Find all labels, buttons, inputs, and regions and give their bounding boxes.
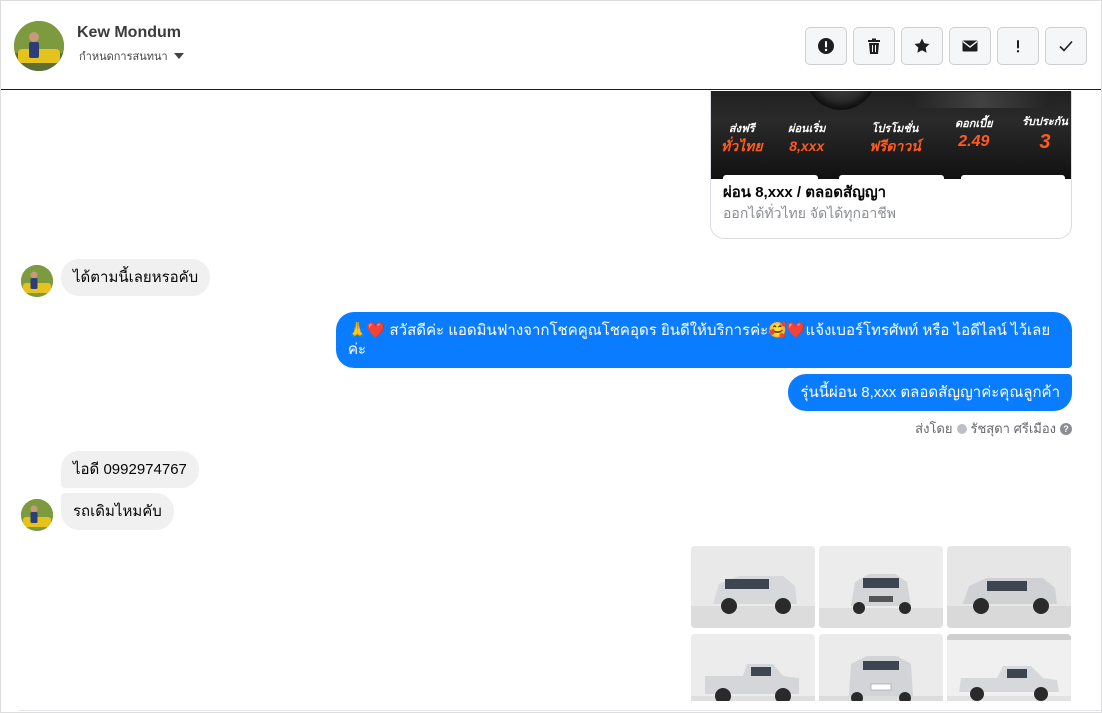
trash-icon [868,38,880,54]
ad-subtitle: ออกได้ทั่วไทย จัดได้ทุกอาชีพ [723,205,897,221]
sender-avatar[interactable] [21,265,53,297]
message-bubble-incoming[interactable]: รถเดิมไหมคับ [61,493,174,530]
ad-tab [961,175,1065,181]
promo-value: 3 [1039,130,1051,153]
follow-up-button[interactable] [997,27,1039,65]
promo-installment: ผ่อนเริ่ม 8,xxx [788,123,826,154]
promo-free-down: โปรโมชั่น ฟรีดาวน์ [869,123,921,154]
promo-interest: ดอกเบี้ย 2.49 [955,118,993,150]
assign-label: กำหนดการสนทนา [79,51,168,63]
promo-label: รับประกัน [1022,116,1068,128]
message-bubble-incoming[interactable]: ได้ตามนี้เลยหรอคับ [61,259,211,296]
car-photo-thumbnail[interactable] [691,546,815,628]
ad-banner-image: ส่งฟรี ทั่วไทย ผ่อนเริ่ม 8,xxx โปรโมชั่น… [711,91,1071,181]
promo-free-shipping: ส่งฟรี ทั่วไทย [721,123,763,154]
messenger-thread: Kew Mondum กำหนดการสนทนา ส่งฟรี ทั่วไทย … [0,0,1102,713]
ad-title: ผ่อน 8,xxx / ตลอดสัญญา [723,184,887,201]
envelope-icon [962,40,978,52]
sent-by-prefix: ส่งโดย [915,421,953,436]
mark-spam-button[interactable] [805,27,847,65]
agent-avatar-icon [956,423,967,434]
exclamation-icon [1016,40,1020,53]
promo-value: 8,xxx [789,137,825,154]
caret-down-icon [173,53,184,59]
promo-label: ผ่อนเริ่ม [788,123,826,135]
car-photo-thumbnail[interactable] [819,634,943,701]
promo-value: ทั่วไทย [721,137,763,154]
car-body-graphic [911,92,1051,108]
thread-toolbar [805,27,1087,65]
star-icon [914,38,930,53]
car-photo-thumbnail[interactable] [691,634,815,701]
checkmark-icon [1059,40,1073,52]
car-photo-thumbnail[interactable] [819,546,943,628]
message-bubble-outgoing[interactable]: 🙏❤️ สวัสดีค่ะ แอดมินฟางจากโชคคูณโชคอุดร … [336,312,1072,368]
mark-done-button[interactable] [1045,27,1087,65]
assign-conversation-dropdown[interactable]: กำหนดการสนทนา [79,47,184,65]
composer-divider [19,710,1101,711]
sent-by-name[interactable]: รัชสุดา ศรีเมือง [971,418,1057,439]
sender-avatar[interactable] [21,499,53,531]
car-wheel-graphic [806,91,876,110]
delete-button[interactable] [853,27,895,65]
message-list[interactable]: ส่งฟรี ทั่วไทย ผ่อนเริ่ม 8,xxx โปรโมชั่น… [1,91,1101,701]
thread-header: Kew Mondum กำหนดการสนทนา [1,1,1101,90]
promo-label: ส่งฟรี [728,123,755,135]
promo-label: ดอกเบี้ย [955,118,993,130]
promo-label: โปรโมชั่น [871,123,919,135]
promo-warranty: รับประกัน 3 [1022,116,1068,153]
promo-value: ฟรีดาวน์ [869,137,921,154]
contact-avatar[interactable] [14,21,64,71]
mark-unread-button[interactable] [949,27,991,65]
promo-value: 2.49 [958,132,990,150]
message-text: ค่ะ [348,341,367,358]
star-button[interactable] [901,27,943,65]
ad-preview-card[interactable]: ส่งฟรี ทั่วไทย ผ่อนเริ่ม 8,xxx โปรโมชั่น… [710,91,1072,239]
car-photo-thumbnail[interactable] [947,634,1071,701]
message-bubble-incoming[interactable]: ไอดี 0992974767 [61,451,199,488]
message-text: 🙏❤️ สวัสดีค่ะ แอดมินฟางจากโชคคูณโชคอุดร … [348,322,1051,339]
alert-circle-icon [818,38,834,54]
sent-by-label: ส่งโดย รัชสุดา ศรีเมือง ? [915,418,1072,439]
contact-name[interactable]: Kew Mondum [77,24,181,42]
help-icon[interactable]: ? [1060,422,1072,435]
car-photo-thumbnail[interactable] [947,546,1071,628]
message-bubble-outgoing[interactable]: รุ่นนี้ผ่อน 8,xxx ตลอดสัญญาค่ะคุณลูกค้า [788,374,1072,411]
